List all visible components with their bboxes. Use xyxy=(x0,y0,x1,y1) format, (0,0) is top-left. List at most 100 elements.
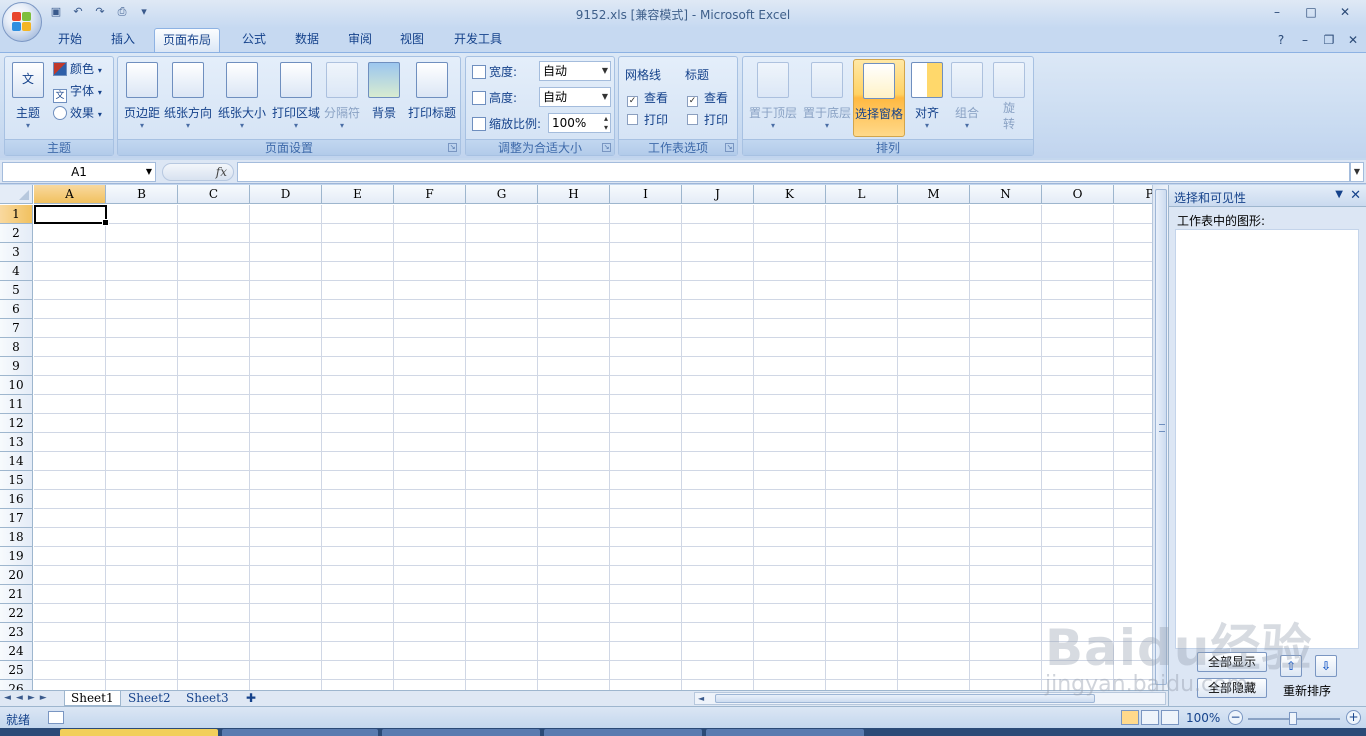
pane-close-icon[interactable]: ✕ xyxy=(1350,188,1361,203)
column-header-j[interactable]: J xyxy=(682,185,754,204)
column-header-c[interactable]: C xyxy=(178,185,250,204)
close-button[interactable]: ✕ xyxy=(1328,2,1362,22)
row-header-6[interactable]: 6 xyxy=(0,300,33,319)
column-header-b[interactable]: B xyxy=(106,185,178,204)
theme-effects-button[interactable]: 效果 ▾ xyxy=(53,103,102,123)
sheet-tab-sheet3[interactable]: Sheet3 xyxy=(180,691,235,706)
workbook-close-button[interactable]: ✕ xyxy=(1344,31,1362,49)
normal-view-icon[interactable] xyxy=(1121,710,1139,725)
print-area-button[interactable]: 打印区域 ▾ xyxy=(270,59,322,137)
size-button[interactable]: 纸张大小 ▾ xyxy=(216,59,268,137)
column-header-g[interactable]: G xyxy=(466,185,538,204)
column-header-p[interactable]: P xyxy=(1114,185,1152,204)
name-box[interactable]: A1 ▼ xyxy=(2,162,156,182)
taskbar-item[interactable] xyxy=(60,729,218,736)
scale-spinner[interactable]: 100% ▴ ▾ xyxy=(548,113,611,133)
row-header-22[interactable]: 22 xyxy=(0,604,33,623)
margins-button[interactable]: 页边距 ▾ xyxy=(120,59,164,137)
formula-input[interactable] xyxy=(237,162,1350,182)
row-header-9[interactable]: 9 xyxy=(0,357,33,376)
column-header-n[interactable]: N xyxy=(970,185,1042,204)
row-header-13[interactable]: 13 xyxy=(0,433,33,452)
row-header-18[interactable]: 18 xyxy=(0,528,33,547)
macro-record-icon[interactable] xyxy=(48,711,64,724)
worksheet-grid[interactable]: ABCDEFGHIJKLMNOP 1 2 3 4 5 6 7 8 9 10 11 12 13 14 15 16… xyxy=(0,185,1152,690)
gridlines-print-checkbox[interactable]: 打印 xyxy=(627,110,668,130)
active-cell-a1[interactable] xyxy=(34,205,109,226)
print-titles-button[interactable]: 打印标题 xyxy=(406,59,458,137)
minimize-button[interactable]: – xyxy=(1260,2,1294,22)
taskbar-item[interactable] xyxy=(222,729,378,736)
column-header-o[interactable]: O xyxy=(1042,185,1114,204)
gridlines-view-checkbox[interactable]: ✓ 查看 xyxy=(627,88,668,108)
horizontal-scroll-thumb[interactable] xyxy=(715,694,1095,703)
taskbar-item[interactable] xyxy=(706,729,864,736)
column-header-d[interactable]: D xyxy=(250,185,322,204)
column-header-l[interactable]: L xyxy=(826,185,898,204)
maximize-button[interactable]: □ xyxy=(1294,2,1328,22)
scroll-left-icon[interactable]: ◄ xyxy=(698,693,704,704)
scale-launcher-icon[interactable]: ↘ xyxy=(602,143,611,152)
row-header-3[interactable]: 3 xyxy=(0,243,33,262)
tab-insert[interactable]: 插入 xyxy=(103,28,143,52)
theme-fonts-button[interactable]: 文字体 ▾ xyxy=(53,81,102,103)
row-header-5[interactable]: 5 xyxy=(0,281,33,300)
sheet-tab-sheet2[interactable]: Sheet2 xyxy=(122,691,177,706)
row-header-20[interactable]: 20 xyxy=(0,566,33,585)
sheet-tab-sheet1[interactable]: Sheet1 xyxy=(64,691,121,706)
row-header-11[interactable]: 11 xyxy=(0,395,33,414)
zoom-out-icon[interactable]: − xyxy=(1228,710,1243,725)
insert-sheet-icon[interactable]: ✚ xyxy=(240,691,262,706)
page-break-view-icon[interactable] xyxy=(1161,710,1179,725)
tab-home[interactable]: 开始 xyxy=(50,28,90,52)
row-header-25[interactable]: 25 xyxy=(0,661,33,680)
group-button[interactable]: 组合 ▾ xyxy=(949,59,985,137)
pane-options-chevron-icon[interactable]: ▼ xyxy=(1335,189,1343,200)
zoom-level[interactable]: 100% xyxy=(1186,711,1220,725)
row-header-19[interactable]: 19 xyxy=(0,547,33,566)
themes-button[interactable]: 文 主题 ▾ xyxy=(7,59,49,137)
row-header-23[interactable]: 23 xyxy=(0,623,33,642)
row-header-8[interactable]: 8 xyxy=(0,338,33,357)
workbook-minimize-button[interactable]: – xyxy=(1296,31,1314,49)
row-header-1[interactable]: 1 xyxy=(0,205,33,224)
headings-view-checkbox[interactable]: ✓ 查看 xyxy=(687,88,728,108)
send-to-back-button[interactable]: 置于底层 ▾ xyxy=(801,59,853,137)
row-header-2[interactable]: 2 xyxy=(0,224,33,243)
row-header-15[interactable]: 15 xyxy=(0,471,33,490)
column-header-m[interactable]: M xyxy=(898,185,970,204)
page-setup-launcher-icon[interactable]: ↘ xyxy=(448,143,457,152)
taskbar-item[interactable] xyxy=(544,729,702,736)
theme-colors-button[interactable]: 颜色 ▾ xyxy=(53,59,102,79)
tab-formulas[interactable]: 公式 xyxy=(234,28,274,52)
orientation-button[interactable]: 纸张方向 ▾ xyxy=(164,59,212,137)
zoom-in-icon[interactable]: + xyxy=(1346,710,1361,725)
select-all-corner[interactable] xyxy=(0,185,33,204)
taskbar-item[interactable] xyxy=(382,729,540,736)
row-header-10[interactable]: 10 xyxy=(0,376,33,395)
tab-page-layout[interactable]: 页面布局 xyxy=(154,28,221,52)
bring-to-front-button[interactable]: 置于顶层 ▾ xyxy=(747,59,799,137)
row-header-7[interactable]: 7 xyxy=(0,319,33,338)
row-header-14[interactable]: 14 xyxy=(0,452,33,471)
tab-review[interactable]: 审阅 xyxy=(340,28,380,52)
row-header-16[interactable]: 16 xyxy=(0,490,33,509)
headings-print-checkbox[interactable]: 打印 xyxy=(687,110,728,130)
insert-function-button[interactable]: fx xyxy=(162,163,234,181)
width-combo[interactable]: 自动 ▼ xyxy=(539,61,611,81)
sheet-options-launcher-icon[interactable]: ↘ xyxy=(725,143,734,152)
row-header-4[interactable]: 4 xyxy=(0,262,33,281)
column-header-i[interactable]: I xyxy=(610,185,682,204)
row-header-12[interactable]: 12 xyxy=(0,414,33,433)
tab-data[interactable]: 数据 xyxy=(287,28,327,52)
selection-pane-button[interactable]: 选择窗格 xyxy=(853,59,905,137)
row-header-24[interactable]: 24 xyxy=(0,642,33,661)
align-button[interactable]: 对齐 ▾ xyxy=(909,59,945,137)
move-down-icon[interactable]: ⇩ xyxy=(1315,655,1337,677)
office-button[interactable] xyxy=(2,2,42,42)
sheet-nav-buttons[interactable]: ◄◄►► xyxy=(4,691,52,706)
column-header-a[interactable]: A xyxy=(34,185,106,204)
column-header-f[interactable]: F xyxy=(394,185,466,204)
tab-view[interactable]: 视图 xyxy=(392,28,432,52)
page-layout-view-icon[interactable] xyxy=(1141,710,1159,725)
